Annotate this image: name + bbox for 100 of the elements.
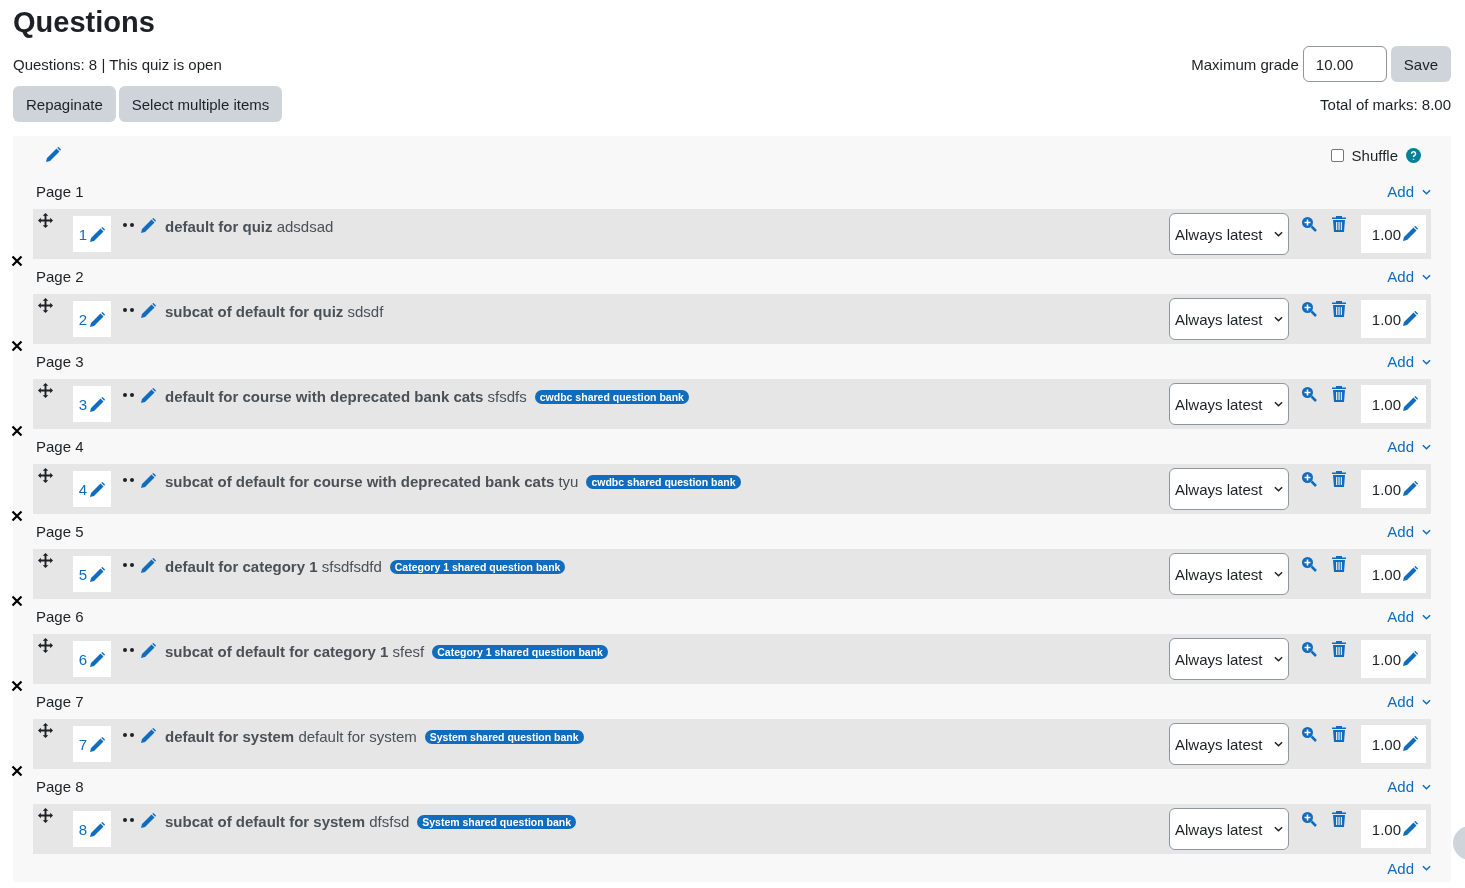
question-mark[interactable]: 1.00: [1361, 810, 1426, 848]
question-number[interactable]: 4: [73, 471, 111, 507]
pencil-icon[interactable]: [45, 147, 61, 163]
version-select[interactable]: Always latest: [1169, 808, 1289, 850]
pencil-icon[interactable]: [1402, 226, 1418, 242]
preview-zoom-icon[interactable]: [1301, 726, 1317, 742]
version-select[interactable]: Always latest: [1169, 553, 1289, 595]
preview-zoom-icon[interactable]: [1301, 471, 1317, 487]
pencil-icon[interactable]: [140, 218, 156, 234]
chevron-icon: [1422, 443, 1431, 450]
move-icon[interactable]: [38, 298, 53, 313]
question-mark[interactable]: 1.00: [1361, 215, 1426, 253]
move-icon[interactable]: [38, 808, 53, 823]
pencil-icon[interactable]: [1402, 481, 1418, 497]
version-select[interactable]: Always latest: [1169, 298, 1289, 340]
pencil-icon[interactable]: [140, 558, 156, 574]
preview-zoom-icon[interactable]: [1301, 641, 1317, 657]
move-icon[interactable]: [38, 723, 53, 738]
toolbar-button[interactable]: Select multiple items: [118, 86, 283, 122]
trash-icon[interactable]: [1332, 471, 1346, 487]
toolbar-button[interactable]: Repaginate: [13, 86, 116, 122]
version-select[interactable]: Always latest: [1169, 468, 1289, 510]
remove-page-break-icon[interactable]: [11, 680, 23, 692]
pencil-icon[interactable]: [1402, 396, 1418, 412]
version-select[interactable]: Always latest: [1169, 213, 1289, 255]
trash-icon[interactable]: [1332, 216, 1346, 232]
add-link[interactable]: Add: [1387, 523, 1431, 540]
pencil-icon[interactable]: [89, 397, 106, 413]
question-number[interactable]: 2: [73, 301, 111, 337]
shuffle-checkbox[interactable]: [1330, 148, 1344, 162]
question-name: subcat of default for quiz sdsdf: [165, 303, 384, 320]
add-link[interactable]: Add: [1387, 608, 1431, 625]
pencil-icon[interactable]: [1402, 821, 1418, 837]
trash-icon[interactable]: [1332, 726, 1346, 742]
preview-zoom-icon[interactable]: [1301, 216, 1317, 232]
chevron-icon: [1422, 358, 1431, 365]
question-mark[interactable]: 1.00: [1361, 555, 1426, 593]
pencil-icon[interactable]: [89, 227, 106, 243]
version-select[interactable]: Always latest: [1169, 383, 1289, 425]
trash-icon[interactable]: [1332, 811, 1346, 827]
preview-zoom-icon[interactable]: [1301, 811, 1317, 827]
question-mark[interactable]: 1.00: [1361, 470, 1426, 508]
question-mark[interactable]: 1.00: [1361, 640, 1426, 678]
add-link[interactable]: Add: [1387, 183, 1431, 200]
add-link[interactable]: Add: [1387, 353, 1431, 370]
preview-zoom-icon[interactable]: [1301, 301, 1317, 317]
remove-page-break-icon[interactable]: [11, 595, 23, 607]
trash-icon[interactable]: [1332, 641, 1346, 657]
question-number[interactable]: 8: [73, 811, 111, 847]
remove-page-break-icon[interactable]: [11, 425, 23, 437]
pencil-icon[interactable]: [140, 728, 156, 744]
remove-page-break-icon[interactable]: [11, 510, 23, 522]
remove-page-break-icon[interactable]: [11, 255, 23, 267]
question-mark[interactable]: 1.00: [1361, 725, 1426, 763]
question-number[interactable]: 6: [73, 641, 111, 677]
question-mark[interactable]: 1.00: [1361, 385, 1426, 423]
pencil-icon[interactable]: [89, 312, 106, 328]
version-select[interactable]: Always latest: [1169, 723, 1289, 765]
version-select[interactable]: Always latest: [1169, 638, 1289, 680]
max-grade-input[interactable]: 10.00: [1302, 46, 1387, 82]
move-icon[interactable]: [38, 213, 53, 228]
move-icon[interactable]: [38, 468, 53, 483]
remove-page-break-icon[interactable]: [11, 765, 23, 777]
question-number[interactable]: 3: [73, 386, 111, 422]
help-icon[interactable]: [1406, 147, 1421, 163]
pencil-icon[interactable]: [140, 813, 156, 829]
question-number[interactable]: 5: [73, 556, 111, 592]
move-icon[interactable]: [38, 638, 53, 653]
move-icon[interactable]: [38, 553, 53, 568]
trash-icon[interactable]: [1332, 556, 1346, 572]
pencil-icon[interactable]: [140, 303, 156, 319]
trash-icon[interactable]: [1332, 301, 1346, 317]
move-icon[interactable]: [38, 383, 53, 398]
pencil-icon[interactable]: [89, 652, 106, 668]
add-link[interactable]: Add: [1387, 859, 1431, 877]
pencil-icon[interactable]: [89, 737, 106, 753]
pencil-icon[interactable]: [1402, 736, 1418, 752]
question-mark[interactable]: 1.00: [1361, 300, 1426, 338]
pencil-icon[interactable]: [89, 482, 106, 498]
pencil-icon[interactable]: [1402, 566, 1418, 582]
add-link[interactable]: Add: [1387, 438, 1431, 455]
question-name: subcat of default for system dfsfsd: [165, 813, 410, 830]
pencil-icon[interactable]: [140, 388, 156, 404]
save-button[interactable]: Save: [1390, 46, 1451, 82]
add-link[interactable]: Add: [1387, 778, 1431, 795]
add-link[interactable]: Add: [1387, 268, 1431, 285]
question-number[interactable]: 1: [73, 216, 111, 252]
add-link[interactable]: Add: [1387, 693, 1431, 710]
chevron-icon: [1274, 316, 1283, 322]
pencil-icon[interactable]: [89, 822, 106, 838]
remove-page-break-icon[interactable]: [11, 340, 23, 352]
trash-icon[interactable]: [1332, 386, 1346, 402]
preview-zoom-icon[interactable]: [1301, 386, 1317, 402]
pencil-icon[interactable]: [89, 567, 106, 583]
question-number[interactable]: 7: [73, 726, 111, 762]
pencil-icon[interactable]: [1402, 311, 1418, 327]
pencil-icon[interactable]: [140, 473, 156, 489]
preview-zoom-icon[interactable]: [1301, 556, 1317, 572]
pencil-icon[interactable]: [1402, 651, 1418, 667]
pencil-icon[interactable]: [140, 643, 156, 659]
